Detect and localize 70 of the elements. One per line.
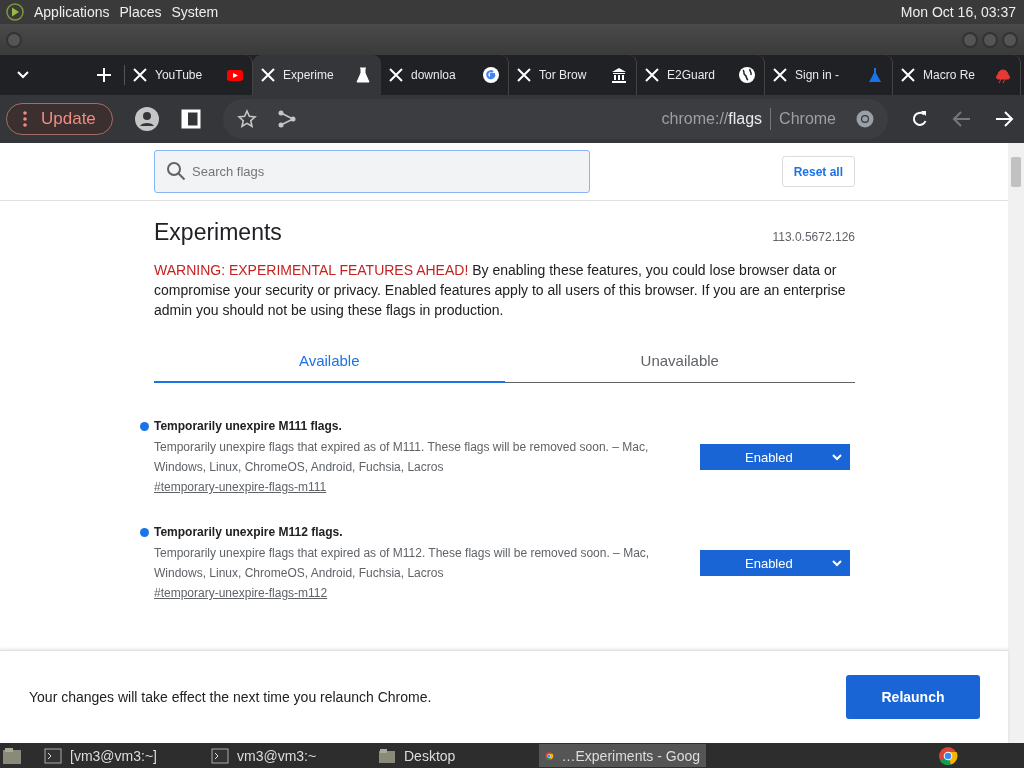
menu-item[interactable]: Applications	[34, 4, 110, 20]
favicon-icon	[738, 66, 756, 84]
more-icon	[23, 111, 27, 127]
tab-title: E2Guard	[667, 68, 717, 82]
caret-icon	[832, 559, 842, 567]
play-logo-icon[interactable]	[6, 3, 24, 21]
caret-icon	[832, 453, 842, 461]
profile-icon[interactable]	[134, 107, 159, 131]
address-bar[interactable]: chrome://flags Chrome	[222, 99, 888, 139]
taskbar-button[interactable]: [vm3@vm3:~]	[38, 744, 205, 767]
clock: Mon Oct 16, 03:37	[900, 4, 1016, 20]
tab-title: YouTube	[155, 68, 204, 82]
close-icon[interactable]	[901, 68, 915, 82]
tab-title: Tor Brow	[539, 68, 588, 82]
relaunch-message: Your changes will take effect the next time you relaunch Chrome.	[29, 689, 432, 705]
flag-link[interactable]: #temporary-unexpire-flags-m112	[154, 586, 328, 600]
plus-icon	[96, 67, 112, 83]
star-icon[interactable]	[236, 109, 257, 129]
show-desktop-icon[interactable]	[2, 746, 22, 765]
scrollbar[interactable]	[1008, 143, 1024, 743]
side-panel-icon[interactable]	[180, 109, 201, 129]
favicon-icon	[866, 66, 884, 84]
tab-title: Sign in -	[795, 68, 841, 82]
view-tab[interactable]: Available	[154, 340, 505, 383]
chrome-logo-icon	[856, 110, 874, 128]
close-icon[interactable]	[389, 68, 403, 82]
version-text: 113.0.5672.126	[772, 230, 855, 246]
share-icon[interactable]	[276, 109, 297, 129]
flag-title: Temporarily unexpire M112 flags.	[154, 525, 343, 539]
scrollbar-thumb[interactable]	[1011, 157, 1021, 187]
taskbar-button[interactable]: Desktop	[372, 744, 539, 767]
tab-title: downloa	[411, 68, 457, 82]
back-arrow-icon[interactable]	[952, 109, 972, 129]
relaunch-button[interactable]: Relaunch	[846, 675, 980, 719]
favicon-icon	[354, 66, 372, 84]
page-title: Experiments	[154, 219, 282, 246]
update-button[interactable]: Update	[6, 103, 113, 135]
warning-text: WARNING: EXPERIMENTAL FEATURES AHEAD! By enabling these features, you could lose browser data or compromise your security or privacy. Enabled features apply to all users of this browser. If you are an enterprise admin you should not be using these flags in production.	[154, 261, 847, 320]
site-label: Chrome	[779, 110, 836, 128]
folder-icon	[378, 746, 396, 765]
chrome-logo-icon[interactable]	[938, 745, 958, 766]
url-text: chrome://flags	[661, 110, 763, 128]
caret-icon	[16, 71, 29, 79]
favicon-icon	[610, 66, 628, 84]
tab-title: Macro Re	[923, 68, 976, 82]
close-icon[interactable]	[773, 68, 787, 82]
close-icon[interactable]	[133, 68, 147, 82]
flag-description: Temporarily unexpire flags that expired as of M111. These flags will be removed soon. – Mac, Windows, Linux, ChromeOS, Android, Fuchsia, Lacros	[154, 439, 650, 476]
taskbar-button[interactable]: …Experiments - Goog	[539, 744, 706, 767]
reset-all-button[interactable]: Reset all	[781, 156, 855, 187]
taskbar-button[interactable]: vm3@vm3:~	[205, 744, 372, 767]
favicon-icon	[482, 66, 500, 84]
view-tab[interactable]: Unavailable	[504, 340, 855, 383]
forward-arrow-icon[interactable]	[994, 109, 1014, 129]
menu-item[interactable]: Places	[119, 4, 162, 20]
search-field[interactable]: Search flags	[154, 150, 590, 193]
flag-title: Temporarily unexpire M111 flags.	[154, 419, 342, 433]
terminal-icon	[44, 746, 62, 765]
menu-item[interactable]: System	[171, 4, 219, 20]
terminal-icon	[211, 746, 229, 765]
tab-title: Experime	[283, 68, 335, 82]
flag-link[interactable]: #temporary-unexpire-flags-m111	[154, 480, 327, 494]
browser-tab[interactable]: Experime	[253, 55, 381, 95]
close-icon[interactable]	[517, 68, 531, 82]
close-icon[interactable]	[645, 68, 659, 82]
flag-dropdown[interactable]: Enabled	[700, 444, 850, 470]
close-icon[interactable]	[261, 68, 275, 82]
favicon-icon	[994, 66, 1012, 84]
flag-description: Temporarily unexpire flags that expired as of M112. These flags will be removed soon. – Mac, Windows, Linux, ChromeOS, Android, Fuchsia, Lacros	[154, 545, 651, 582]
flag-dropdown[interactable]: Enabled	[700, 550, 850, 576]
